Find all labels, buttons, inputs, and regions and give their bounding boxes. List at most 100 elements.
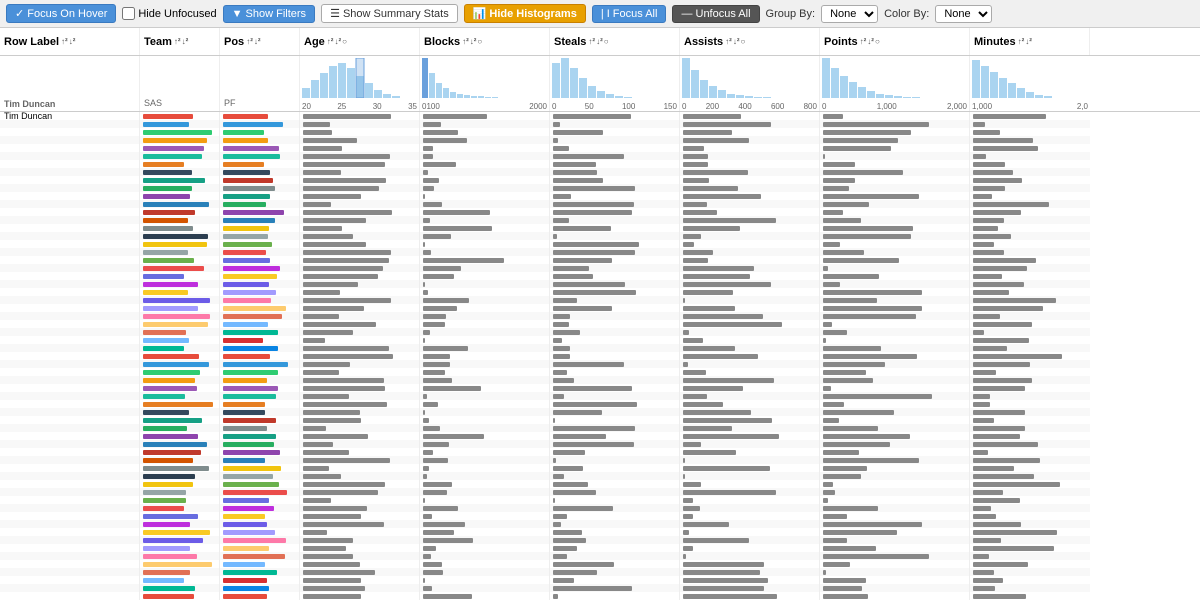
sort-asc-age[interactable]: ↑² — [327, 37, 334, 46]
list-item[interactable] — [0, 176, 139, 184]
list-item — [680, 256, 819, 264]
sort-asc-steals[interactable]: ↑² — [588, 37, 595, 46]
list-item[interactable] — [0, 424, 139, 432]
sort-asc-pos[interactable]: ↑² — [246, 37, 253, 46]
list-item[interactable] — [0, 152, 139, 160]
filter-steals[interactable]: ○ — [604, 37, 609, 46]
list-item[interactable] — [0, 440, 139, 448]
list-item[interactable] — [0, 272, 139, 280]
sort-asc-row-label[interactable]: ↑² — [61, 37, 68, 46]
list-item[interactable] — [0, 320, 139, 328]
list-item[interactable] — [0, 144, 139, 152]
list-item[interactable] — [0, 136, 139, 144]
sort-asc-points[interactable]: ↑² — [860, 37, 867, 46]
list-item[interactable] — [0, 520, 139, 528]
list-item[interactable] — [0, 328, 139, 336]
hide-unfocused-checkbox[interactable] — [122, 7, 135, 20]
list-item — [680, 464, 819, 472]
focus-all-button[interactable]: | I Focus All — [592, 5, 667, 23]
list-item[interactable] — [0, 344, 139, 352]
list-item — [140, 456, 219, 464]
list-item[interactable] — [0, 536, 139, 544]
list-item[interactable] — [0, 544, 139, 552]
sort-desc-steals[interactable]: ↓² — [596, 37, 603, 46]
list-item[interactable] — [0, 360, 139, 368]
list-item[interactable] — [0, 224, 139, 232]
list-item[interactable] — [0, 456, 139, 464]
show-summary-button[interactable]: ☰ Show Summary Stats — [321, 4, 458, 23]
list-item[interactable] — [0, 496, 139, 504]
list-item[interactable] — [0, 400, 139, 408]
list-item[interactable] — [0, 296, 139, 304]
list-item[interactable] — [0, 416, 139, 424]
filter-blocks[interactable]: ○ — [477, 37, 482, 46]
list-item[interactable] — [0, 248, 139, 256]
list-item — [550, 464, 679, 472]
sort-asc-assists[interactable]: ↑² — [725, 37, 732, 46]
list-item[interactable] — [0, 560, 139, 568]
list-item[interactable] — [0, 512, 139, 520]
list-item[interactable] — [0, 552, 139, 560]
filter-points[interactable]: ○ — [875, 37, 880, 46]
list-item[interactable] — [0, 464, 139, 472]
filter-assists[interactable]: ○ — [740, 37, 745, 46]
list-item[interactable] — [0, 384, 139, 392]
color-by-select[interactable]: None — [935, 5, 992, 23]
sort-desc-minutes[interactable]: ↓² — [1025, 37, 1032, 46]
list-item[interactable] — [0, 504, 139, 512]
sort-desc-age[interactable]: ↓² — [334, 37, 341, 46]
hide-unfocused-label[interactable]: Hide Unfocused — [122, 7, 216, 20]
sort-desc-points[interactable]: ↓² — [867, 37, 874, 46]
list-item[interactable] — [0, 280, 139, 288]
list-item[interactable] — [0, 208, 139, 216]
list-item — [970, 232, 1090, 240]
sort-desc-assists[interactable]: ↓² — [733, 37, 740, 46]
list-item[interactable] — [0, 120, 139, 128]
list-item[interactable] — [0, 128, 139, 136]
list-item[interactable]: Tim Duncan — [0, 112, 139, 120]
list-item[interactable] — [0, 256, 139, 264]
list-item[interactable] — [0, 192, 139, 200]
list-item[interactable] — [0, 568, 139, 576]
list-item[interactable] — [0, 168, 139, 176]
list-item[interactable] — [0, 408, 139, 416]
list-item[interactable] — [0, 312, 139, 320]
list-item[interactable] — [0, 592, 139, 600]
hide-histograms-button[interactable]: 📊 Hide Histograms — [464, 4, 586, 23]
list-item[interactable] — [0, 216, 139, 224]
list-item[interactable] — [0, 288, 139, 296]
unfocus-all-button[interactable]: — Unfocus All — [672, 5, 759, 23]
sort-desc-team[interactable]: ↓² — [182, 37, 189, 46]
list-item[interactable] — [0, 352, 139, 360]
list-item[interactable] — [0, 264, 139, 272]
list-item[interactable] — [0, 392, 139, 400]
list-item[interactable] — [0, 232, 139, 240]
list-item — [300, 184, 419, 192]
list-item[interactable] — [0, 528, 139, 536]
list-item[interactable] — [0, 472, 139, 480]
sort-desc-pos[interactable]: ↓² — [254, 37, 261, 46]
sort-asc-minutes[interactable]: ↑² — [1018, 37, 1025, 46]
list-item[interactable] — [0, 584, 139, 592]
list-item[interactable] — [0, 488, 139, 496]
focus-on-hover-button[interactable]: ✓ Focus On Hover — [6, 4, 116, 23]
filter-age[interactable]: ○ — [342, 37, 347, 46]
sort-desc-blocks[interactable]: ↓² — [470, 37, 477, 46]
sort-asc-team[interactable]: ↑² — [174, 37, 181, 46]
list-item[interactable] — [0, 200, 139, 208]
list-item[interactable] — [0, 160, 139, 168]
list-item[interactable] — [0, 480, 139, 488]
list-item[interactable] — [0, 432, 139, 440]
list-item[interactable] — [0, 240, 139, 248]
list-item[interactable] — [0, 336, 139, 344]
sort-asc-blocks[interactable]: ↑² — [462, 37, 469, 46]
show-filters-button[interactable]: ▼ Show Filters — [223, 5, 315, 23]
group-by-select[interactable]: None — [821, 5, 878, 23]
list-item[interactable] — [0, 304, 139, 312]
list-item[interactable] — [0, 184, 139, 192]
list-item[interactable] — [0, 448, 139, 456]
list-item[interactable] — [0, 368, 139, 376]
list-item[interactable] — [0, 376, 139, 384]
sort-desc-row-label[interactable]: ↓² — [69, 37, 76, 46]
list-item[interactable] — [0, 576, 139, 584]
